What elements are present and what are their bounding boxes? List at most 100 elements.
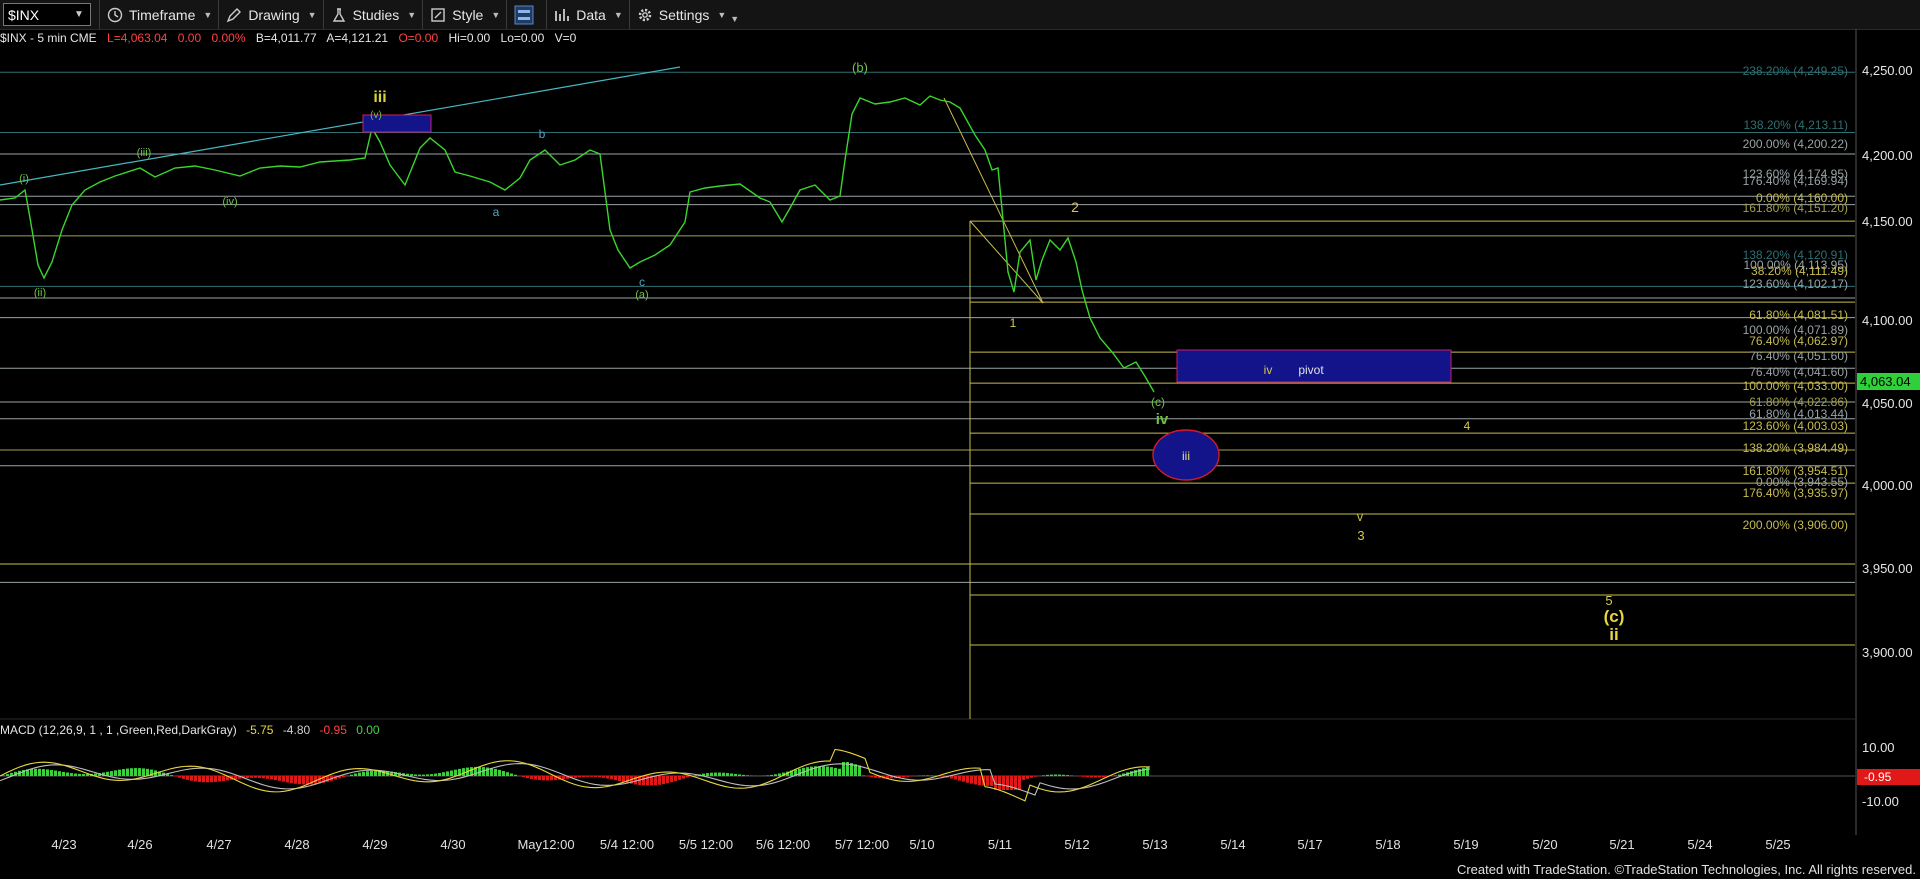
macd-histogram-bar <box>6 774 9 776</box>
macd-histogram-bar <box>418 774 421 776</box>
macd-histogram-bar <box>862 775 865 776</box>
retrace-line <box>943 97 1044 304</box>
macd-histogram-bar <box>998 776 1001 790</box>
macd-histogram-bar <box>1042 775 1045 776</box>
wave-label: (b) <box>852 60 868 75</box>
macd-tick-label: -10.00 <box>1862 794 1899 809</box>
wave-label: 3 <box>1357 528 1364 543</box>
macd-signal: -4.80 <box>282 723 311 737</box>
macd-histogram-bar <box>1054 774 1057 776</box>
date-tick-label: May12:00 <box>517 837 574 852</box>
macd-histogram-bar <box>734 773 737 776</box>
price-tick-label: 3,950.00 <box>1862 561 1913 576</box>
macd-histogram-bar <box>590 776 593 777</box>
status-line: $INX - 5 min CME L=4,063.04 0.00 0.00% B… <box>0 31 583 45</box>
macd-histogram-bar <box>206 776 209 783</box>
macd-histogram-bar <box>186 776 189 780</box>
price-chart[interactable]: 4/23 4/26 4/27 4/28 4/29 4/30 May12:00 5/4 12:0… <box>0 0 1920 879</box>
macd-histogram-bar <box>38 768 41 776</box>
status-lo: Lo=0.00 <box>500 31 545 45</box>
wave-label: iv <box>1156 411 1169 428</box>
macd-histogram-bar <box>218 776 221 782</box>
macd-histogram-bar <box>282 776 285 782</box>
macd-histogram-bar <box>410 774 413 776</box>
fib-level-label: 161.80% (4,151.20) <box>1743 201 1848 215</box>
fib-level-label: 61.80% (4,081.51) <box>1749 308 1848 322</box>
price-series <box>0 95 1155 393</box>
macd-histogram-bar <box>374 770 377 776</box>
macd-histogram-bar <box>62 771 65 776</box>
macd-histogram-bar <box>922 775 925 776</box>
macd-histogram-bar <box>534 776 537 780</box>
wave-label: 1 <box>1010 316 1017 330</box>
macd-histogram-bar <box>622 776 625 782</box>
macd-histogram-bar <box>602 776 605 778</box>
wave-label: ii <box>1609 625 1618 644</box>
status-ask: A=4,121.21 <box>326 31 389 45</box>
date-tick-label: 4/30 <box>440 837 465 852</box>
macd-histogram-bar <box>618 776 621 782</box>
macd-histogram-bar <box>1090 776 1093 778</box>
wave-label: (v) <box>370 110 382 121</box>
price-tick-label: 4,100.00 <box>1862 313 1913 328</box>
macd-histogram-bar <box>718 772 721 776</box>
price-tick-label: 4,150.00 <box>1862 214 1913 229</box>
macd-histogram-bar <box>1102 776 1105 778</box>
macd-histogram-bar <box>926 775 929 776</box>
date-tick-label: 5/5 12:00 <box>679 837 733 852</box>
macd-histogram-bar <box>550 776 553 781</box>
macd-histogram-bar <box>326 776 329 782</box>
date-tick-label: 4/23 <box>51 837 76 852</box>
macd-histogram-bar <box>826 766 829 776</box>
macd-histogram-bar <box>594 776 597 778</box>
macd-title: MACD (12,26,9, 1 , 1 ,Green,Red,DarkGray… <box>0 723 237 737</box>
date-tick-label: 5/24 <box>1687 837 1712 852</box>
date-tick-label: 5/21 <box>1609 837 1634 852</box>
macd-histogram-bar <box>830 767 833 776</box>
status-open: O=0.00 <box>398 31 439 45</box>
date-tick-label: 5/10 <box>909 837 934 852</box>
wave-label: pivot <box>1298 363 1324 377</box>
macd-histogram-bar <box>2 775 5 776</box>
macd-histogram-bar <box>1058 774 1061 776</box>
price-tick-label: 4,000.00 <box>1862 478 1913 493</box>
macd-histogram-bar <box>438 772 441 776</box>
macd-histogram-bar <box>906 776 909 777</box>
wave-label: (iv) <box>222 196 237 208</box>
macd-histogram-bar <box>770 774 773 776</box>
macd-histogram-bar <box>954 776 957 780</box>
macd-histogram-bar <box>774 774 777 776</box>
wave-label: (c) <box>1151 395 1165 409</box>
macd-histogram-bar <box>138 768 141 776</box>
macd-histogram-bar <box>58 771 61 776</box>
credit-line: Created with TradeStation. ©TradeStation… <box>1456 862 1916 877</box>
macd-histogram-bar <box>542 776 545 781</box>
date-tick-label: 5/20 <box>1532 837 1557 852</box>
macd-histogram-bar <box>142 768 145 776</box>
macd-diff: -0.95 <box>319 723 347 737</box>
macd-histogram-bar <box>1030 776 1033 778</box>
macd-histogram-bar <box>974 776 977 785</box>
macd-histogram-bar <box>526 776 529 779</box>
macd-histogram-bar <box>778 773 781 776</box>
price-tick-label: 3,900.00 <box>1862 645 1913 660</box>
macd-histogram-bar <box>50 769 53 776</box>
macd-histogram-bar <box>430 774 433 776</box>
macd-histogram-bar <box>642 776 645 786</box>
macd-histogram-bar <box>986 776 989 786</box>
macd-histogram-bar <box>626 776 629 783</box>
macd-histogram-bar <box>246 776 249 778</box>
macd-histogram-bar <box>302 776 305 785</box>
macd-histogram-bar <box>678 776 681 780</box>
macd-histogram-bar <box>578 776 581 778</box>
macd-histogram-bar <box>258 776 261 778</box>
macd-histogram-bar <box>182 776 185 779</box>
status-vol: V=0 <box>554 31 577 45</box>
macd-histogram-bar <box>654 776 657 786</box>
macd-histogram-bar <box>434 773 437 776</box>
macd-histogram-bar <box>134 768 137 776</box>
last-price-label: 4,063.04 <box>1860 374 1911 389</box>
macd-histogram-bar <box>634 776 637 785</box>
macd-histogram-bar <box>110 771 113 776</box>
macd-histogram-bar <box>74 773 77 776</box>
